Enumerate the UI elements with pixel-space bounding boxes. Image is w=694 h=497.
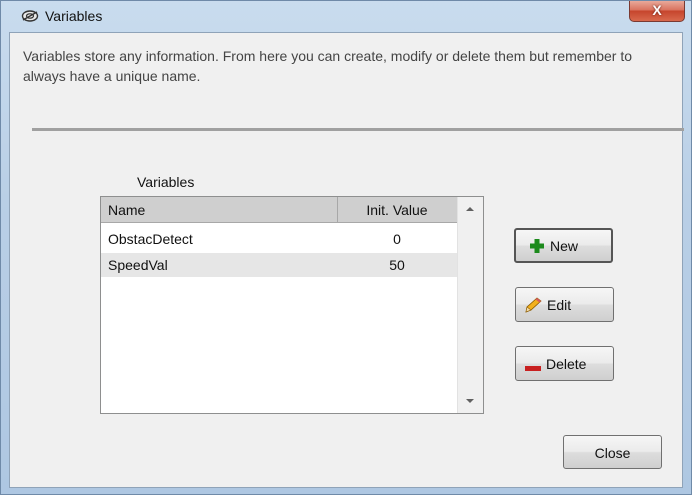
scroll-down-icon[interactable] xyxy=(466,399,474,403)
description-text: Variables store any information. From he… xyxy=(23,48,633,84)
cloud-icon xyxy=(21,9,39,23)
row-name: ObstacDetect xyxy=(108,231,193,247)
window-close-button[interactable]: X xyxy=(629,1,685,22)
variables-list-caption: Variables xyxy=(137,174,195,190)
new-button-label: New xyxy=(550,238,579,254)
column-header-name[interactable]: Name xyxy=(108,202,145,218)
plus-icon xyxy=(529,238,547,254)
list-header: Name Init. Value xyxy=(101,197,457,223)
close-button[interactable]: Close xyxy=(563,435,662,469)
row-value: 50 xyxy=(389,257,405,273)
minus-icon xyxy=(525,359,543,371)
delete-button-label: Delete xyxy=(546,356,587,372)
table-row[interactable]: ObstacDetect 0 xyxy=(101,227,457,251)
window-title: Variables xyxy=(45,8,103,24)
row-name: SpeedVal xyxy=(108,257,168,273)
edit-button-label: Edit xyxy=(547,297,572,313)
title-bar[interactable]: Variables X xyxy=(1,1,691,31)
pencil-icon xyxy=(524,297,542,313)
close-button-label: Close xyxy=(594,445,631,461)
variables-listview[interactable]: Name Init. Value ObstacDetect 0 SpeedVal… xyxy=(100,196,484,414)
new-button[interactable]: New xyxy=(514,228,613,263)
close-icon: X xyxy=(652,2,662,18)
vertical-scrollbar[interactable] xyxy=(457,197,483,413)
delete-button[interactable]: Delete xyxy=(515,346,614,381)
table-row-selected[interactable]: SpeedVal 50 xyxy=(101,253,457,277)
column-header-init-value[interactable]: Init. Value xyxy=(337,202,457,218)
row-value: 0 xyxy=(393,231,401,247)
scroll-up-icon[interactable] xyxy=(466,207,474,211)
edit-button[interactable]: Edit xyxy=(515,287,614,322)
separator-line xyxy=(32,128,684,131)
